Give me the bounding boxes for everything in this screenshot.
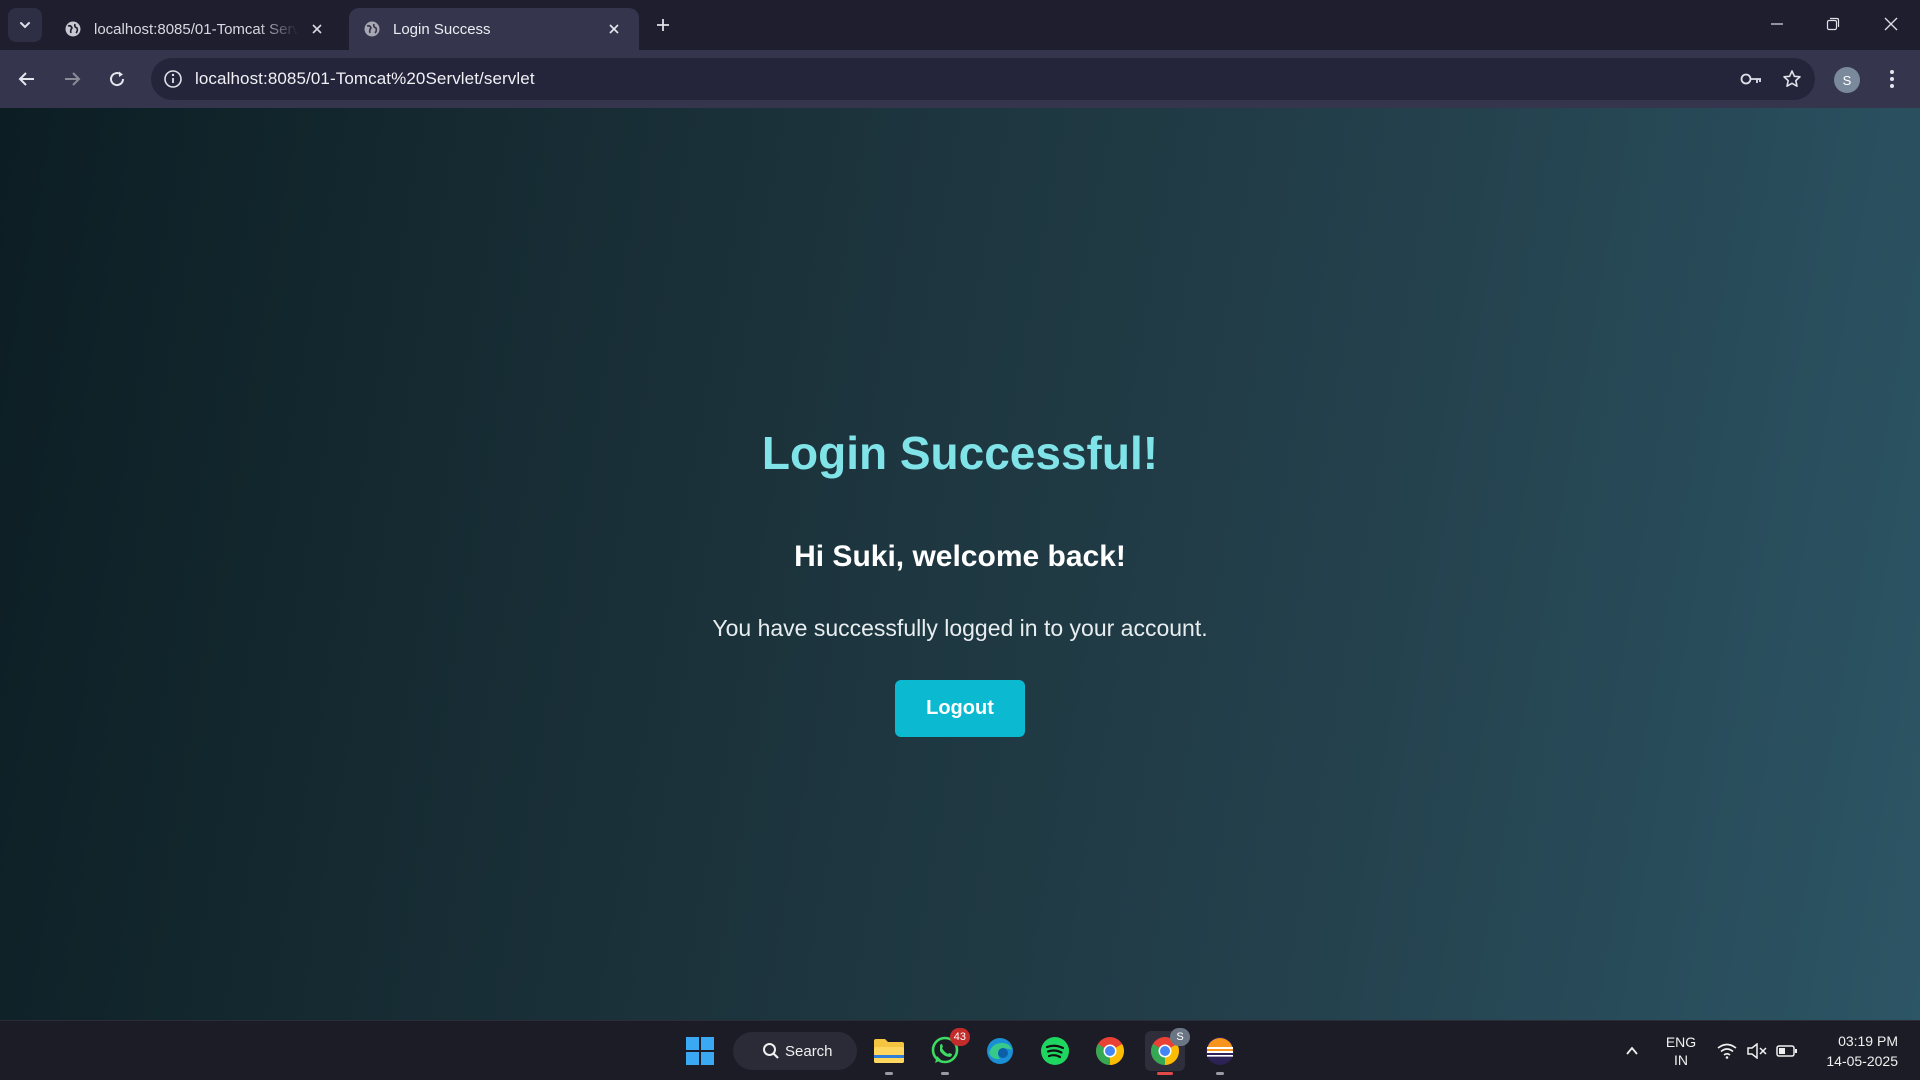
welcome-message: Hi Suki, welcome back! [794,540,1126,573]
spotify-icon [1041,1037,1069,1065]
new-tab-button[interactable] [650,12,676,38]
tab-title: Login Success [393,20,491,38]
taskbar-file-explorer[interactable] [869,1031,909,1075]
login-success-container: Login Successful! Hi Suki, welcome back!… [0,108,1920,1020]
minimize-icon [1771,23,1783,25]
profile-avatar[interactable]: S [1834,67,1860,93]
windows-logo-icon [686,1037,714,1065]
edge-icon [987,1038,1013,1064]
tab-login-success[interactable]: Login Success [349,8,639,50]
taskbar-search[interactable]: Search [733,1032,857,1070]
chevron-up-icon [1626,1046,1638,1055]
chrome-icon [1096,1037,1124,1065]
taskbar-clock[interactable]: 03:19 PM 14-05-2025 [1808,1021,1898,1080]
tab-search-button[interactable] [8,8,42,42]
reload-icon [110,71,125,87]
arrow-left-icon [18,72,34,86]
browser-tab-strip: localhost:8085/01-Tomcat Servlet Login S… [0,0,1920,50]
close-window-button[interactable] [1871,6,1911,42]
page-title: Login Successful! [761,427,1159,479]
browser-menu-button[interactable] [1880,63,1904,95]
restore-icon [1826,17,1840,31]
clock-time: 03:19 PM [1838,1033,1898,1049]
back-button[interactable] [10,62,44,96]
language-indicator[interactable]: ENG IN [1658,1021,1704,1080]
clock-date: 14-05-2025 [1826,1053,1898,1069]
tab-close-button[interactable] [603,18,625,40]
whatsapp-badge: 43 [949,1028,970,1046]
start-button[interactable] [680,1031,720,1071]
key-icon [1740,73,1761,85]
star-icon [1783,70,1801,87]
reload-button[interactable] [100,62,134,96]
battery-status[interactable] [1774,1021,1800,1080]
browser-toolbar: localhost:8085/01-Tomcat%20Servlet/servl… [0,50,1920,108]
plus-icon [657,19,669,31]
restore-button[interactable] [1813,6,1853,42]
taskbar-eclipse[interactable] [1200,1031,1240,1075]
success-message: You have successfully logged in to your … [712,615,1208,641]
globe-icon [65,21,81,37]
wifi-icon [1717,1043,1737,1059]
battery-icon [1776,1045,1797,1057]
close-icon [312,24,322,34]
volume-muted-icon [1747,1043,1767,1059]
folder-icon [874,1039,904,1063]
url-text[interactable]: localhost:8085/01-Tomcat%20Servlet/servl… [195,69,1735,89]
eclipse-icon [1206,1037,1234,1065]
taskbar-whatsapp[interactable]: 43 [925,1028,970,1075]
chevron-down-icon [20,22,30,29]
bookmark-button[interactable] [1775,62,1809,96]
show-hidden-icons-button[interactable] [1619,1021,1645,1080]
search-icon [763,1043,779,1059]
region-code: IN [1674,1052,1688,1068]
taskbar-spotify[interactable] [1035,1031,1075,1071]
search-label: Search [785,1042,833,1060]
tab-tomcat-servlet[interactable]: localhost:8085/01-Tomcat Servlet [50,8,342,50]
tab-close-button[interactable] [306,18,328,40]
globe-icon [364,21,380,37]
chrome-profile-badge: S [1170,1028,1190,1046]
arrow-right-icon [65,72,81,86]
forward-button[interactable] [55,62,89,96]
minimize-button[interactable] [1757,6,1797,42]
address-bar[interactable]: localhost:8085/01-Tomcat%20Servlet/servl… [151,58,1815,100]
tab-title: localhost:8085/01-Tomcat Servlet [94,20,298,38]
windows-taskbar: Search 43 S ENG IN 03:19 PM 14-05-2025 [0,1020,1920,1080]
more-vertical-icon [1890,70,1894,88]
wifi-status[interactable] [1714,1021,1740,1080]
password-key-button[interactable] [1735,62,1769,96]
taskbar-edge[interactable] [980,1031,1020,1071]
logout-button[interactable]: Logout [895,680,1025,737]
taskbar-chrome[interactable] [1090,1031,1130,1071]
page-viewport: Login Successful! Hi Suki, welcome back!… [0,108,1920,1020]
language-code: ENG [1665,1034,1697,1050]
close-icon [1884,17,1898,31]
volume-status[interactable] [1744,1021,1770,1080]
info-icon[interactable] [163,69,183,89]
taskbar-chrome-profile[interactable]: S [1145,1028,1190,1075]
close-icon [609,24,619,34]
